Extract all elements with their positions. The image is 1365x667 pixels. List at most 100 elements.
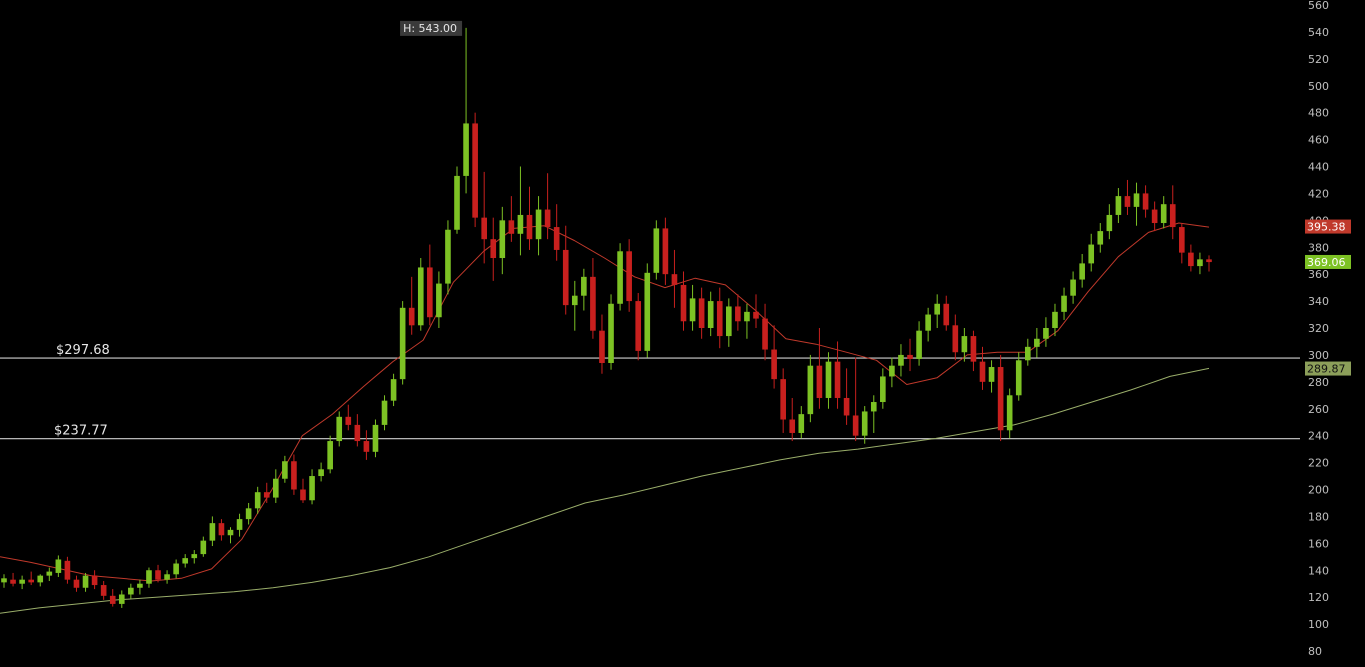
- candle: [436, 271, 442, 328]
- candle-body: [816, 365, 823, 398]
- candle-body: [363, 441, 370, 452]
- candle: [852, 357, 859, 442]
- candle: [1043, 317, 1049, 347]
- candle-body: [55, 559, 62, 573]
- candle: [327, 435, 333, 474]
- price-badge: 369.06: [1305, 254, 1351, 269]
- candle: [291, 454, 297, 495]
- candle-body: [436, 283, 442, 318]
- candle-body: [200, 540, 207, 555]
- candle-body: [128, 587, 134, 595]
- candle: [345, 404, 352, 431]
- candle: [146, 567, 152, 588]
- candle: [1188, 244, 1194, 272]
- candle: [1079, 253, 1085, 288]
- candle: [282, 455, 288, 483]
- candle-body: [526, 214, 533, 240]
- candle: [118, 590, 125, 608]
- candle-body: [517, 214, 524, 234]
- candle-body: [164, 574, 170, 580]
- y-tick-label: 420: [1308, 187, 1329, 200]
- y-tick-label: 260: [1308, 403, 1329, 416]
- candle-body: [1043, 328, 1049, 339]
- candle: [1, 574, 7, 588]
- y-tick-label: 540: [1308, 26, 1329, 39]
- candle-body: [798, 414, 805, 433]
- y-tick-label: 560: [1308, 0, 1329, 12]
- candle-body: [272, 478, 279, 498]
- candle-body: [834, 361, 841, 398]
- candle: [408, 276, 415, 335]
- candle-body: [1061, 295, 1067, 312]
- y-tick-label: 460: [1308, 134, 1329, 147]
- candle: [889, 357, 895, 388]
- candle-body: [716, 301, 723, 337]
- candle-body: [870, 402, 877, 412]
- candle-body: [417, 267, 424, 326]
- candle-body: [490, 239, 497, 259]
- candle: [236, 513, 243, 537]
- candle-body: [753, 311, 759, 319]
- candle: [834, 341, 841, 409]
- candle: [37, 574, 44, 587]
- candle-body: [553, 227, 560, 250]
- candle: [807, 354, 814, 423]
- chart-canvas: $297.68 $237.77 80 100 120 140 160 180 200 220 24…: [0, 0, 1351, 658]
- candle: [644, 263, 651, 358]
- candle-body: [28, 579, 34, 583]
- candle-body: [1179, 227, 1185, 253]
- candle: [372, 419, 379, 458]
- candle: [771, 325, 777, 389]
- candle-body: [599, 330, 605, 363]
- candle: [870, 395, 877, 433]
- candle: [463, 27, 469, 194]
- candle: [46, 567, 53, 582]
- candle-body: [354, 424, 361, 442]
- candle-body: [1206, 259, 1212, 263]
- candle: [517, 166, 524, 256]
- y-tick-label: 160: [1308, 537, 1329, 550]
- candle-body: [1088, 244, 1095, 264]
- candle-body: [82, 575, 89, 588]
- candle: [245, 502, 252, 525]
- candle-body: [789, 419, 796, 433]
- candle: [671, 249, 678, 308]
- candle: [952, 314, 959, 361]
- candle: [1133, 182, 1140, 226]
- candle: [1115, 188, 1122, 224]
- candle: [825, 352, 832, 409]
- candle-body: [653, 228, 660, 273]
- candle-body: [943, 303, 950, 326]
- y-tick-label: 320: [1308, 322, 1329, 335]
- candle: [182, 554, 189, 568]
- candle-body: [227, 529, 234, 536]
- candle: [1106, 204, 1113, 240]
- y-tick-label: 80: [1308, 645, 1322, 658]
- y-tick-label: 180: [1308, 510, 1329, 523]
- candle: [318, 462, 324, 482]
- candle-body: [499, 220, 506, 259]
- candle-body: [64, 560, 71, 580]
- candle: [363, 430, 370, 460]
- candle: [943, 295, 950, 331]
- candle-body: [1169, 204, 1176, 228]
- candle-body: [1106, 214, 1113, 232]
- candle-body: [698, 298, 705, 328]
- candle-body: [182, 558, 189, 564]
- moving-averages: [0, 222, 1210, 614]
- candle: [390, 373, 397, 407]
- candle: [55, 555, 62, 577]
- candle-body: [381, 400, 388, 425]
- candle: [309, 469, 315, 505]
- candles: [1, 27, 1212, 608]
- candle-body: [399, 307, 406, 380]
- candle-body: [37, 575, 44, 583]
- candle-body: [644, 272, 651, 351]
- candle-body: [191, 554, 198, 559]
- candle: [1015, 352, 1022, 401]
- y-tick-label: 100: [1308, 618, 1329, 631]
- candle-body: [10, 579, 16, 584]
- candle-body: [961, 336, 968, 353]
- y-tick-label: 220: [1308, 457, 1329, 470]
- candle: [300, 478, 306, 503]
